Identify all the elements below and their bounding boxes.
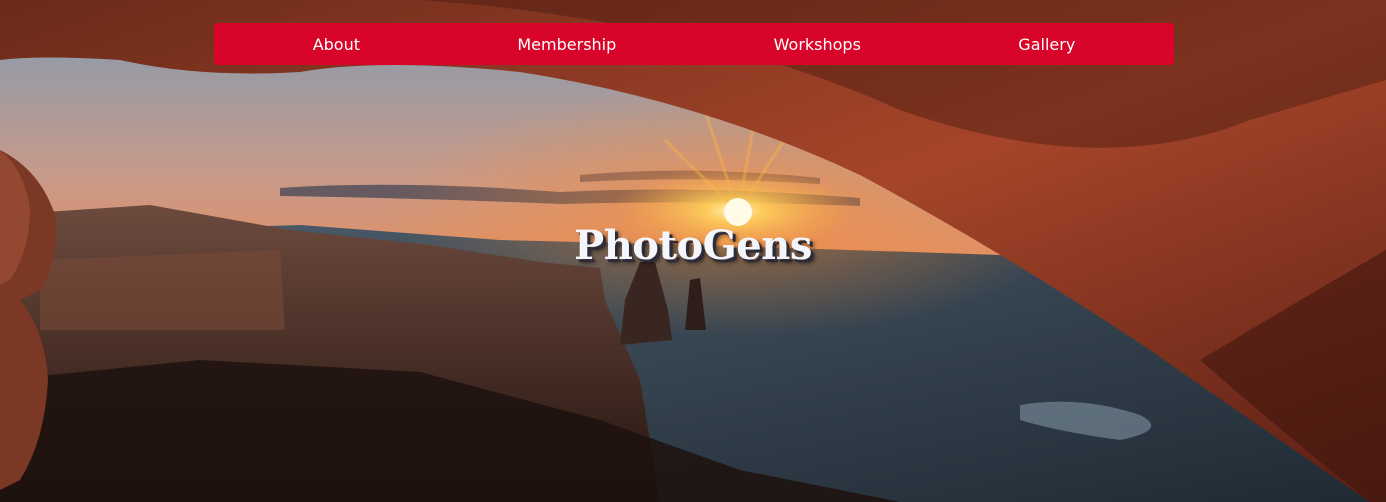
site-title: PhotoGens xyxy=(574,222,812,269)
nav-link-about[interactable]: About xyxy=(295,29,378,60)
nav-link-workshops[interactable]: Workshops xyxy=(756,29,879,60)
nav-link-gallery[interactable]: Gallery xyxy=(1000,29,1093,60)
nav-link-membership[interactable]: Membership xyxy=(499,29,634,60)
hero-section: About Membership Workshops Gallery Photo… xyxy=(0,0,1386,502)
main-navigation-bar: About Membership Workshops Gallery xyxy=(214,23,1174,65)
